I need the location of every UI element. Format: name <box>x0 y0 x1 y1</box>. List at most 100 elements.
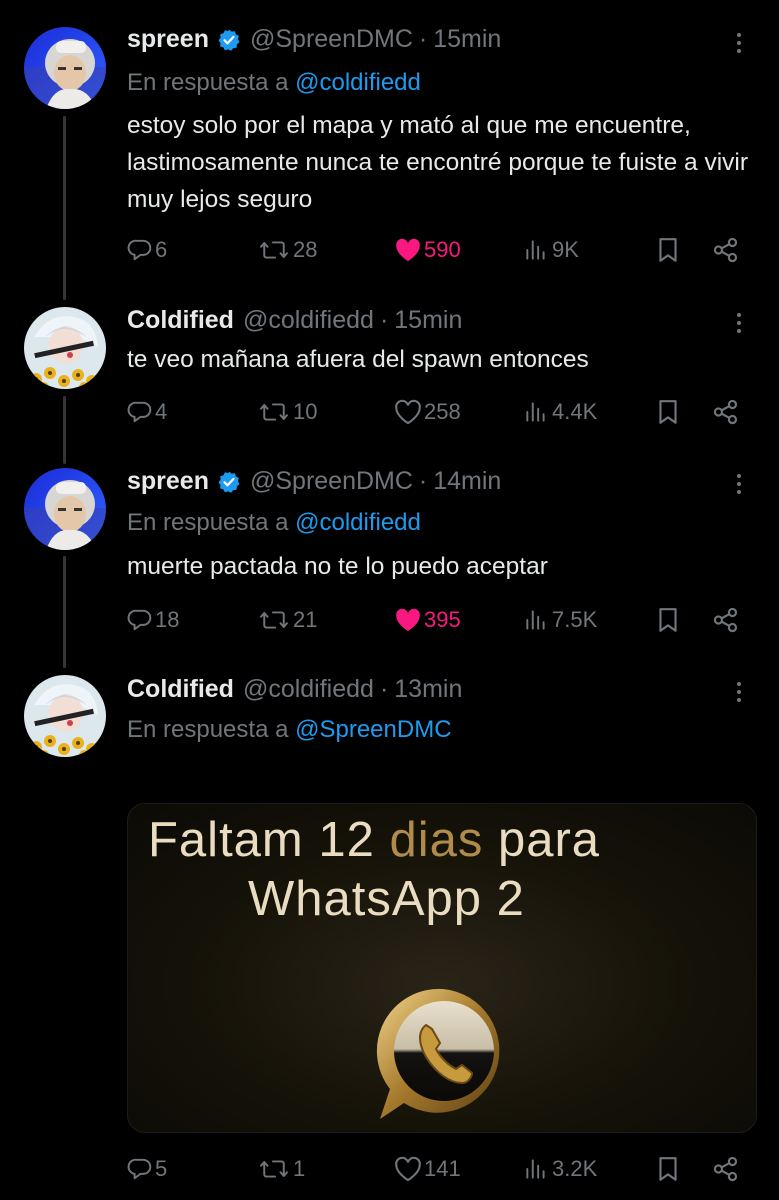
timestamp[interactable]: 15min <box>433 25 501 54</box>
reply-count: 18 <box>155 607 180 632</box>
share-button[interactable] <box>711 603 741 637</box>
avatar-spreen[interactable] <box>24 468 106 550</box>
handle[interactable]: @SpreenDMC <box>250 467 413 496</box>
reply-context: En respuesta a @coldifiedd <box>127 509 421 537</box>
share-icon <box>713 237 738 263</box>
like-button[interactable]: 258 <box>394 395 461 429</box>
timestamp[interactable]: 14min <box>433 467 501 496</box>
display-name[interactable]: Coldified <box>127 306 234 335</box>
bookmark-button[interactable] <box>655 395 681 429</box>
tweet-media-image[interactable]: Faltam 12 dias para WhatsApp 2 <box>127 803 757 1133</box>
separator-dot: · <box>418 25 428 53</box>
bookmark-button[interactable] <box>655 603 681 637</box>
reply-mention-link[interactable]: @coldifiedd <box>295 69 421 96</box>
more-icon[interactable] <box>730 308 748 338</box>
verified-badge-icon <box>217 28 241 52</box>
reply-prefix: En respuesta a <box>127 509 289 536</box>
repost-button[interactable]: 21 <box>257 603 317 637</box>
handle[interactable]: @coldifiedd <box>243 306 374 335</box>
views-count: 4.4K <box>552 399 598 424</box>
tweet-text: estoy solo por el mapa y mató al que me … <box>127 112 749 213</box>
reply-mention-link[interactable]: @coldifiedd <box>295 509 421 536</box>
reply-button[interactable]: 6 <box>127 233 167 267</box>
display-name[interactable]: spreen <box>127 25 209 54</box>
share-icon <box>713 399 738 425</box>
thread-line-1 <box>63 116 66 300</box>
bookmark-icon <box>659 238 677 262</box>
like-count: 590 <box>424 237 461 262</box>
like-button[interactable]: 141 <box>394 1152 461 1186</box>
reply-button[interactable]: 18 <box>127 603 179 637</box>
reply-prefix: En respuesta a <box>127 69 289 96</box>
bookmark-button[interactable] <box>655 233 681 267</box>
share-button[interactable] <box>711 395 741 429</box>
views-button[interactable]: 7.5K <box>522 603 597 637</box>
repost-button[interactable]: 10 <box>257 395 317 429</box>
action-bar: 18 21 395 7.5K <box>127 603 757 637</box>
reply-context: En respuesta a @SpreenDMC <box>127 716 452 744</box>
display-name[interactable]: Coldified <box>127 675 234 704</box>
repost-button[interactable]: 28 <box>257 233 317 267</box>
views-button[interactable]: 3.2K <box>522 1152 597 1186</box>
bookmark-button[interactable] <box>655 1152 681 1186</box>
like-button[interactable]: 395 <box>394 603 461 637</box>
more-icon[interactable] <box>730 469 748 499</box>
repost-button[interactable]: 1 <box>257 1152 305 1186</box>
share-button[interactable] <box>711 233 741 267</box>
like-count: 258 <box>424 399 461 424</box>
share-icon <box>713 1156 738 1182</box>
like-count: 395 <box>424 607 461 632</box>
avatar-coldified[interactable] <box>24 307 106 389</box>
more-icon[interactable] <box>730 28 748 58</box>
reply-icon <box>127 1158 152 1180</box>
share-button[interactable] <box>711 1152 741 1186</box>
avatar-coldified[interactable] <box>24 675 106 757</box>
avatar-spreen[interactable] <box>24 27 106 109</box>
bookmark-icon <box>659 608 677 632</box>
handle[interactable]: @coldifiedd <box>243 675 374 704</box>
tweet-text: te veo mañana afuera del spawn entonces <box>127 346 589 373</box>
reply-button[interactable]: 5 <box>127 1152 167 1186</box>
reply-prefix: En respuesta a <box>127 716 289 743</box>
repost-icon <box>260 241 288 259</box>
heart-icon <box>395 399 421 425</box>
timestamp[interactable]: 13min <box>394 675 462 704</box>
views-icon <box>526 402 545 422</box>
repost-count: 10 <box>293 399 318 424</box>
repost-count: 1 <box>293 1156 306 1181</box>
reply-context: En respuesta a @coldifiedd <box>127 69 421 97</box>
views-button[interactable]: 4.4K <box>522 395 597 429</box>
like-button[interactable]: 590 <box>394 233 461 267</box>
share-icon <box>713 607 738 633</box>
views-icon <box>526 240 545 260</box>
media-caption-line-2: WhatsApp 2 <box>248 872 525 926</box>
heart-icon <box>396 238 420 262</box>
more-icon[interactable] <box>730 677 748 707</box>
bookmark-icon <box>659 1157 677 1181</box>
repost-icon <box>260 611 288 629</box>
whatsapp-logo-icon <box>376 988 500 1119</box>
reply-count: 4 <box>155 399 168 424</box>
like-count: 141 <box>424 1156 461 1181</box>
tweet-text: muerte pactada no te lo puedo aceptar <box>127 553 548 580</box>
repost-icon <box>260 1160 288 1178</box>
views-count: 9K <box>552 237 579 262</box>
heart-icon <box>396 608 420 632</box>
views-button[interactable]: 9K <box>522 233 579 267</box>
reply-button[interactable]: 4 <box>127 395 167 429</box>
media-caption-line-1: Faltam 12 dias para <box>148 813 601 867</box>
reply-icon <box>127 609 152 631</box>
display-name[interactable]: spreen <box>127 467 209 496</box>
bookmark-icon <box>659 400 677 424</box>
handle[interactable]: @SpreenDMC <box>250 25 413 54</box>
views-icon <box>526 1159 545 1179</box>
reply-count: 6 <box>155 237 168 262</box>
separator-dot: · <box>379 675 389 703</box>
thread-line-3 <box>63 556 66 668</box>
views-count: 7.5K <box>552 607 598 632</box>
views-count: 3.2K <box>552 1156 598 1181</box>
reply-icon <box>127 401 152 423</box>
reply-mention-link[interactable]: @SpreenDMC <box>295 716 451 743</box>
timestamp[interactable]: 15min <box>394 306 462 335</box>
action-bar: 5 1 141 3.2K <box>127 1152 757 1186</box>
